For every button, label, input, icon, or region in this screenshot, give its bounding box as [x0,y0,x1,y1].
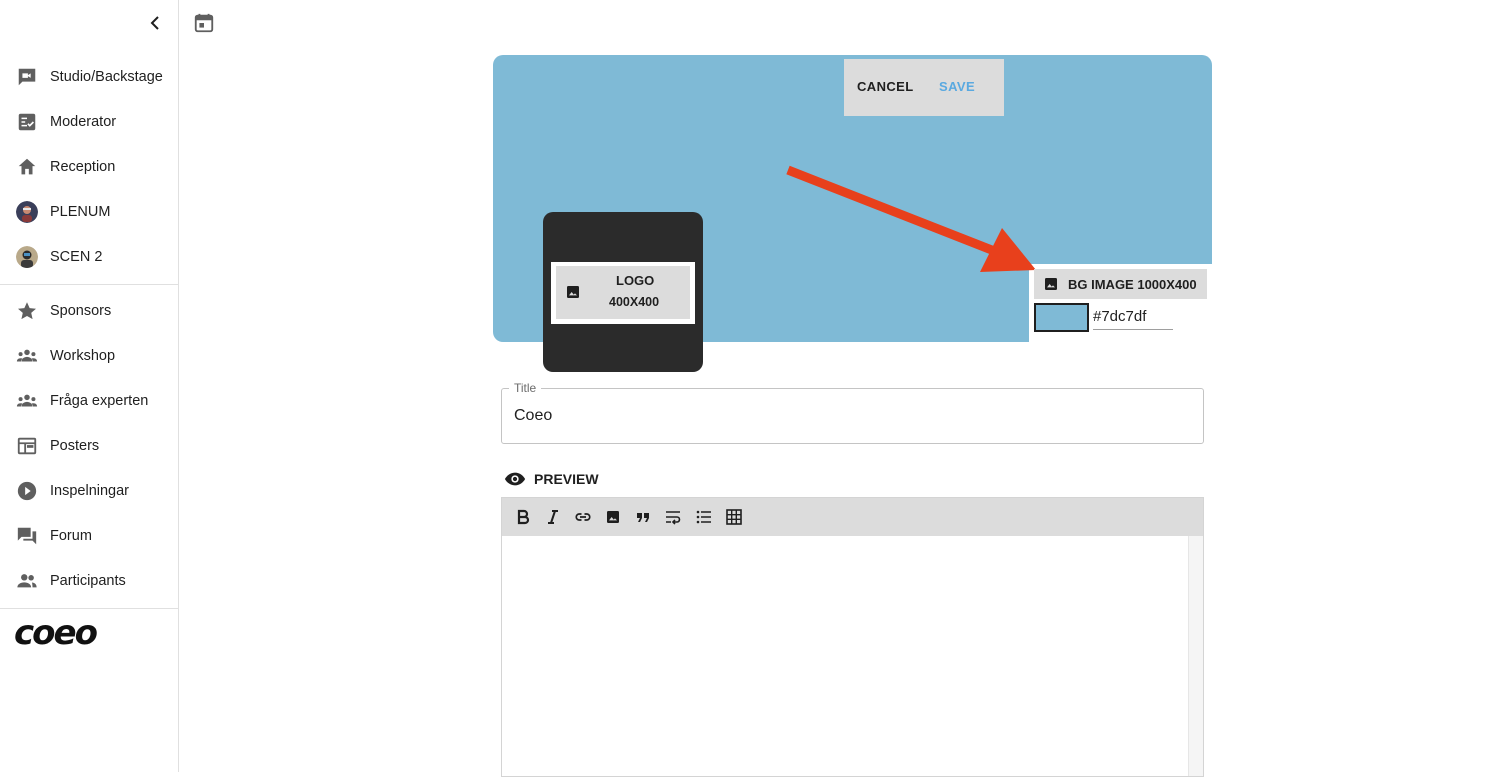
image-icon [607,511,619,523]
bold-icon [517,509,530,525]
upload-bg-image-label: BG IMAGE 1000X400 [1068,277,1197,292]
sidebar-item-reception[interactable]: Reception [0,147,178,187]
plenum-avatar [16,201,38,223]
calendar-icon[interactable] [193,12,215,34]
wrap-text-icon [666,511,681,525]
star-icon [16,300,38,322]
link-icon [575,513,591,521]
home-icon [16,156,38,178]
sidebar: Studio/Backstage Moderator Reception PLE… [0,0,179,772]
sidebar-item-label: Inspelningar [50,483,129,499]
eye-icon [504,472,526,486]
table-icon [726,509,742,525]
sidebar-item-label: Forum [50,528,92,544]
sidebar-item-label: Sponsors [50,303,112,319]
editor-text-area[interactable] [502,536,1188,776]
preview-label: PREVIEW [534,471,599,487]
title-label: Title [509,381,542,395]
groups-icon [16,390,38,412]
sidebar-item-label: Studio/Backstage [50,69,163,85]
annotation-arrow [786,165,1036,272]
chevron-left-icon [150,16,159,30]
italic-button[interactable] [544,508,562,526]
save-button[interactable]: SAVE [939,79,975,94]
sidebar-item-label: Participants [50,573,126,589]
sidebar-item-fraga-experten[interactable]: Fråga experten [0,381,178,421]
editor-scrollbar[interactable] [1188,536,1203,776]
upload-logo-size: 400X400 [609,295,660,309]
groups-icon [16,345,38,367]
collapse-sidebar-button[interactable] [144,12,166,34]
sidebar-item-forum[interactable]: Forum [0,516,178,556]
sidebar-item-participants[interactable]: Participants [0,561,178,601]
color-swatch[interactable] [1034,303,1089,332]
cancel-button[interactable]: CANCEL [857,79,914,94]
upload-logo-label: LOGO [616,273,655,288]
image-icon [567,286,579,298]
editor-toolbar [502,498,1203,536]
sidebar-divider [0,284,178,285]
link-button[interactable] [574,508,592,526]
image-icon [1045,278,1057,290]
quote-button[interactable] [634,508,652,526]
sidebar-item-label: Reception [50,159,116,175]
sidebar-item-label: SCEN 2 [50,249,103,265]
people-icon [16,570,38,592]
sidebar-item-label: Workshop [50,348,116,364]
video-camera-icon [16,66,38,88]
bullet-list-icon [696,510,711,524]
upload-bg-image-button[interactable]: BG IMAGE 1000X400 [1034,269,1207,299]
sidebar-item-label: PLENUM [50,204,111,220]
bold-button[interactable] [514,508,532,526]
sidebar-item-label: Posters [50,438,100,454]
wrap-text-button[interactable] [664,508,682,526]
play-circle-icon [16,480,38,502]
sidebar-item-plenum[interactable]: PLENUM [0,192,178,232]
sidebar-item-label: Fråga experten [50,393,149,409]
coeo-logo: coeo [14,613,110,653]
rich-text-editor [501,497,1204,777]
forum-icon [16,525,38,547]
sidebar-item-posters[interactable]: Posters [0,426,178,466]
sidebar-item-studio-backstage[interactable]: Studio/Backstage [0,57,178,97]
sidebar-item-moderator[interactable]: Moderator [0,102,178,142]
sidebar-item-scen-2[interactable]: SCEN 2 [0,237,178,277]
sidebar-item-workshop[interactable]: Workshop [0,336,178,376]
svg-text:coeo: coeo [14,616,98,652]
table-button[interactable] [725,508,743,526]
insert-image-button[interactable] [604,508,622,526]
title-input[interactable] [514,404,1184,428]
upload-logo-button[interactable]: LOGO 400X400 [556,266,690,319]
web-layout-icon [16,435,38,457]
bullet-list-button[interactable] [695,508,713,526]
sidebar-item-inspelningar[interactable]: Inspelningar [0,471,178,511]
sidebar-item-label: Moderator [50,114,117,130]
sidebar-divider [0,608,178,609]
quote-icon [637,513,649,522]
italic-icon [548,510,558,524]
checklist-icon [16,111,38,133]
color-hex-input[interactable] [1093,303,1173,330]
scen-2-avatar [16,246,38,268]
sidebar-item-sponsors[interactable]: Sponsors [0,291,178,331]
